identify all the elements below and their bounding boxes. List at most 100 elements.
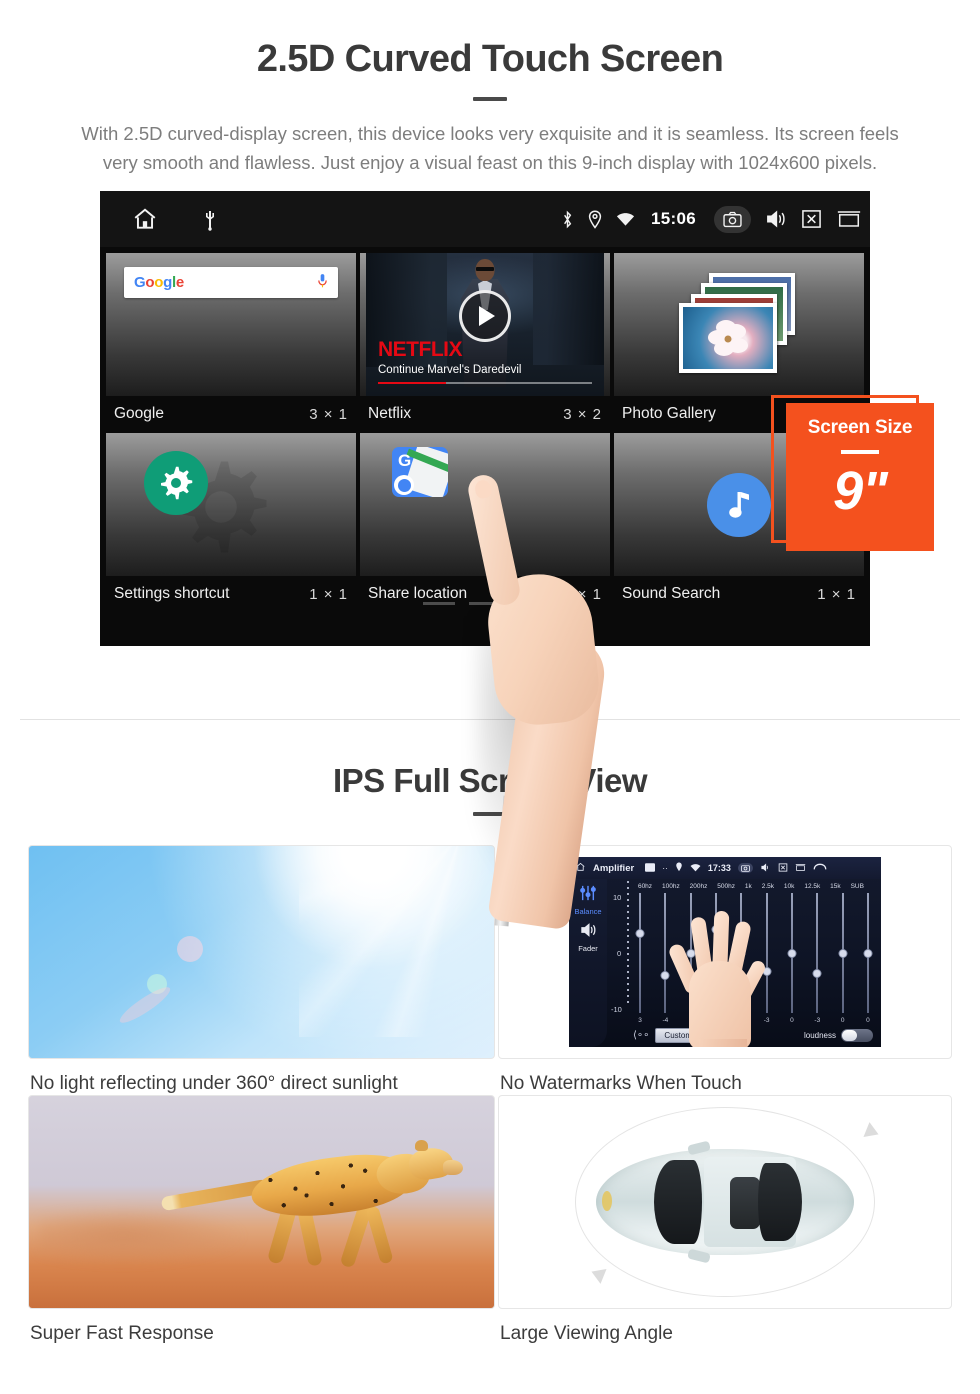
widget-picker: Google Google 3 × 1 NETFLIX Continue Mar… [100, 247, 870, 613]
settings-gear-icon[interactable] [144, 451, 208, 515]
feature-cell-response: Super Fast Response [28, 1095, 498, 1345]
sun-rays [298, 846, 494, 1037]
balance-label[interactable]: Balance [569, 907, 607, 916]
fader-icon[interactable] [569, 922, 607, 943]
lens-flare [177, 936, 203, 962]
band-label: 200hz [689, 883, 708, 890]
page-dot[interactable] [423, 602, 455, 605]
netflix-progress-bar [378, 381, 592, 384]
volume-icon[interactable] [765, 209, 787, 229]
device-screenshot-area: 15:06 Google Google 3 × 1 NETFLIX Contin… [0, 191, 980, 931]
title-underline [473, 97, 507, 101]
page-dot-active[interactable] [515, 602, 547, 605]
location-icon [588, 209, 602, 229]
feature-caption: No light reflecting under 360° direct su… [30, 1073, 398, 1094]
prev-preset-icon[interactable]: ⟨∘∘ [633, 1030, 649, 1041]
page-title: 2.5D Curved Touch Screen [256, 38, 724, 80]
widget-label: Google [114, 405, 164, 422]
lens-flare [116, 982, 174, 1028]
band-label: 2.5k [761, 883, 774, 890]
band-label: SUB [850, 883, 864, 890]
netflix-building-right [532, 253, 604, 365]
amplifier-status-bar: Amplifier ·· 17:33 [569, 857, 881, 879]
widget-size: 3 × 1 [309, 405, 348, 423]
badge-value: 9" [833, 461, 888, 521]
usb-icon[interactable] [202, 207, 218, 231]
touching-hand [667, 899, 769, 1047]
widget-preview-share-location[interactable]: G [360, 433, 610, 576]
eq-value: 0 [790, 1017, 794, 1024]
google-maps-icon[interactable]: G [392, 447, 448, 497]
play-icon[interactable] [459, 289, 511, 342]
camera-icon[interactable] [737, 863, 753, 873]
section-divider [20, 719, 960, 720]
scale-bottom: -10 [611, 1005, 622, 1014]
feature-cell-sunlight: No light reflecting under 360° direct su… [28, 845, 498, 1095]
band-label: 60hz [637, 883, 653, 890]
home-icon[interactable] [130, 206, 160, 232]
amplifier-sidebar: Balance Fader [569, 879, 607, 1047]
close-icon[interactable] [801, 209, 822, 229]
android-status-bar: 15:06 [100, 191, 870, 247]
eq-slider[interactable]: 0 [861, 893, 875, 1024]
section2-underline [473, 812, 507, 816]
feature-grid: No light reflecting under 360° direct su… [28, 845, 952, 1345]
scale-mid: 0 [617, 949, 622, 958]
cheetah-ear [415, 1140, 428, 1151]
eq-value: 3 [638, 1017, 642, 1024]
widget-row-2: Settings shortcut 1 × 1 G Share location… [104, 433, 866, 613]
band-label: 12.5k [804, 883, 821, 890]
page-indicator [100, 602, 870, 605]
page-dot[interactable] [469, 602, 501, 605]
fader-label[interactable]: Fader [569, 944, 607, 953]
widget-preview-google[interactable]: Google [106, 253, 356, 396]
widget-label: Share location [368, 585, 468, 602]
balance-icon[interactable] [569, 885, 607, 906]
widget-label: Netflix [368, 405, 412, 422]
location-icon [675, 862, 683, 874]
eq-slider[interactable]: 0 [836, 893, 850, 1024]
google-logo: Google [134, 274, 184, 291]
eq-slider[interactable]: 3 [633, 893, 647, 1024]
widget-preview-photo-gallery[interactable] [614, 253, 864, 396]
car-top-view [596, 1140, 854, 1264]
band-label: 10k [783, 883, 795, 890]
back-icon[interactable] [813, 863, 827, 874]
amplifier-screen: Amplifier ·· 17:33 Balance Fader 60hz 10… [569, 857, 881, 1047]
android-device-screen: 15:06 Google Google 3 × 1 NETFLIX Contin… [100, 191, 870, 646]
feature-caption: Super Fast Response [30, 1323, 214, 1344]
page-description: With 2.5D curved-display screen, this de… [81, 123, 899, 173]
mic-icon[interactable] [317, 273, 328, 293]
scale-top: 10 [613, 893, 622, 902]
widget-label: Photo Gallery [622, 405, 716, 422]
eq-value: -3 [814, 1017, 821, 1024]
widget-preview-settings[interactable] [106, 433, 356, 576]
widget-preview-netflix[interactable]: NETFLIX Continue Marvel's Daredevil [360, 253, 610, 396]
widget-share-location[interactable]: G Share location 1 × 1 [360, 433, 610, 613]
volume-icon[interactable] [760, 863, 771, 874]
loudness-control[interactable]: loudness [804, 1029, 873, 1042]
widget-netflix[interactable]: NETFLIX Continue Marvel's Daredevil Netf… [360, 253, 610, 433]
eq-slider[interactable]: 0 [785, 893, 799, 1024]
rotation-arrow-bottom [588, 1264, 607, 1284]
widget-google[interactable]: Google Google 3 × 1 [106, 253, 356, 433]
widget-label: Settings shortcut [114, 585, 230, 602]
eq-value: -4 [662, 1017, 669, 1024]
band-label: 15k [830, 883, 841, 890]
close-icon[interactable] [778, 862, 788, 874]
more-icon: ·· [662, 863, 668, 873]
cheetah-image [28, 1095, 495, 1309]
widget-size: 1 × 1 [309, 585, 348, 603]
recent-apps-icon[interactable] [795, 863, 806, 874]
gallery-icon [645, 862, 656, 874]
eq-value: 0 [866, 1017, 870, 1024]
loudness-toggle[interactable] [841, 1029, 873, 1042]
home-icon[interactable] [575, 862, 586, 874]
eq-tick-column [627, 881, 629, 1003]
recent-apps-icon[interactable] [836, 209, 862, 229]
google-search-box[interactable]: Google [124, 267, 338, 298]
widget-settings-shortcut[interactable]: Settings shortcut 1 × 1 [106, 433, 356, 613]
eq-slider[interactable]: -3 [810, 893, 824, 1024]
camera-icon[interactable] [714, 205, 751, 233]
music-note-icon[interactable] [707, 473, 771, 537]
